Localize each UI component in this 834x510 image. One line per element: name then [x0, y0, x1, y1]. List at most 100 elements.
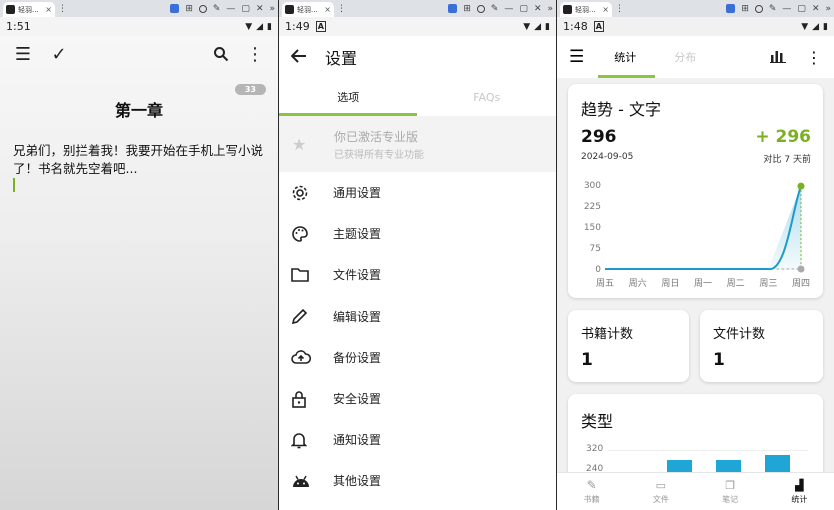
word-count-badge: 33 — [234, 84, 266, 95]
settings-item-other[interactable]: 其他设置 — [279, 460, 556, 501]
folder-icon — [291, 265, 333, 285]
gamepad-icon[interactable]: ⊞ — [463, 4, 471, 14]
book-count-value: 1 — [581, 350, 593, 370]
book-count-card[interactable]: 书籍计数 1 — [568, 310, 689, 382]
close-window-icon[interactable]: ✕ — [534, 4, 542, 14]
settings-item-edit[interactable]: 编辑设置 — [279, 296, 556, 337]
minimize-icon[interactable]: — — [504, 4, 513, 14]
gear-icon — [291, 183, 333, 203]
statistics-body: ☰ 统计 分布 ⋮ 趋势 - 文字 296 2024-09-05 + 296 对… — [557, 36, 834, 510]
close-window-icon[interactable]: ✕ — [812, 4, 820, 14]
minimize-icon[interactable]: — — [226, 4, 235, 14]
settings-item-label: 主题设置 — [333, 227, 382, 242]
book-edit-icon: ✎ — [586, 478, 597, 492]
app-favicon-icon — [285, 5, 294, 14]
pro-status-banner[interactable]: ★ 你已激活专业版 已获得所有专业功能 — [279, 116, 556, 172]
file-count-value: 1 — [713, 350, 725, 370]
tab-options[interactable]: 选项 — [279, 78, 418, 116]
trend-chart: 0 75 150 225 300 周五 周六 周日 周一 周二 周三 周四 — [584, 181, 810, 289]
nav-notes[interactable]: ❐ 笔记 — [696, 473, 765, 510]
settings-window: 轻羽... × ⋮ ⊞ ✎ — ▢ ✕ » 1:49 A ▼ ◢ ▮ 设置 选项 F… — [279, 0, 556, 510]
browser-tab-title: 轻羽... — [575, 5, 596, 14]
profile-icon[interactable] — [476, 4, 485, 13]
settings-body: 设置 选项 FAQs ★ 你已激活专业版 已获得所有专业功能 通用设置 主题设置… — [279, 36, 556, 510]
browser-menu-icon[interactable]: ⋮ — [615, 4, 624, 14]
more-icon[interactable]: » — [825, 4, 831, 14]
settings-item-backup[interactable]: 备份设置 — [279, 337, 556, 378]
nav-statistics[interactable]: ▟ 统计 — [765, 473, 834, 510]
close-window-icon[interactable]: ✕ — [256, 4, 264, 14]
settings-item-label: 其他设置 — [333, 474, 382, 489]
nav-books[interactable]: ✎ 书籍 — [557, 473, 626, 510]
settings-item-general[interactable]: 通用设置 — [279, 172, 556, 213]
maximize-icon[interactable]: ▢ — [797, 4, 806, 14]
edit-icon[interactable]: ✎ — [769, 4, 777, 14]
settings-item-security[interactable]: 安全设置 — [279, 378, 556, 419]
edit-icon[interactable]: ✎ — [213, 4, 221, 14]
maximize-icon[interactable]: ▢ — [519, 4, 528, 14]
notification-a-icon: A — [593, 21, 604, 32]
book-count-label: 书籍计数 — [581, 327, 634, 342]
browser-tab[interactable]: 轻羽... × — [560, 2, 612, 17]
tab-faqs[interactable]: FAQs — [418, 78, 557, 116]
app-favicon-icon — [563, 5, 572, 14]
nav-files[interactable]: ▭ 文件 — [626, 473, 695, 510]
minimize-icon[interactable]: — — [782, 4, 791, 14]
edit-icon[interactable]: ✎ — [491, 4, 499, 14]
status-bar: 1:49 A ▼ ◢ ▮ — [279, 17, 556, 36]
pro-subtitle: 已获得所有专业功能 — [334, 149, 424, 161]
tab-distribution[interactable]: 分布 — [674, 49, 696, 65]
search-icon[interactable] — [208, 41, 234, 67]
gamepad-icon[interactable]: ⊞ — [741, 4, 749, 14]
browser-tab-title: 轻羽... — [18, 5, 39, 14]
x-tick-label: 周五 — [596, 278, 614, 289]
settings-item-notification[interactable]: 通知设置 — [279, 419, 556, 460]
menu-icon[interactable]: ☰ — [569, 47, 584, 67]
status-bar: 1:48 A ▼ ◢ ▮ — [557, 17, 834, 36]
check-icon[interactable]: ✓ — [46, 41, 72, 67]
gamepad-icon[interactable]: ⊞ — [185, 4, 193, 14]
analytics-icon: ▟ — [795, 478, 804, 492]
browser-tab[interactable]: 轻羽... × — [3, 2, 55, 17]
more-icon[interactable]: » — [547, 4, 553, 14]
pencil-icon — [291, 306, 333, 326]
more-icon[interactable]: » — [269, 4, 275, 14]
extension-icon[interactable] — [448, 4, 458, 13]
more-vert-icon[interactable]: ⋮ — [242, 41, 268, 67]
extension-icon[interactable] — [170, 4, 180, 13]
status-time: 1:49 — [285, 20, 310, 33]
browser-tab[interactable]: 轻羽... × — [282, 2, 334, 17]
back-arrow-icon[interactable] — [290, 48, 307, 67]
browser-menu-icon[interactable]: ⋮ — [337, 4, 346, 14]
tab-close-icon[interactable]: × — [602, 5, 609, 14]
nav-label: 文件 — [652, 494, 669, 504]
menu-icon[interactable]: ☰ — [10, 41, 36, 67]
browser-menu-icon[interactable]: ⋮ — [58, 4, 67, 14]
type-title: 类型 — [581, 412, 614, 431]
chapter-text[interactable]: 兄弟们，别拦着我！我要开始在手机上写小说了！书名就先空着吧... — [13, 142, 266, 178]
tab-indicator — [598, 75, 655, 78]
y-tick-label: 75 — [590, 244, 601, 254]
x-tick-label: 周日 — [661, 278, 679, 289]
x-tick-label: 周三 — [759, 278, 777, 289]
more-vert-icon[interactable]: ⋮ — [806, 48, 822, 67]
extension-icon[interactable] — [726, 4, 736, 13]
x-tick-label: 周四 — [792, 278, 810, 289]
tab-statistics[interactable]: 统计 — [614, 49, 636, 65]
tab-indicator — [279, 113, 417, 116]
browser-titlebar: 轻羽... × ⋮ ⊞ ✎ — ▢ ✕ » — [557, 0, 834, 17]
profile-icon[interactable] — [754, 4, 763, 13]
tab-close-icon[interactable]: × — [324, 5, 331, 14]
maximize-icon[interactable]: ▢ — [241, 4, 250, 14]
profile-icon[interactable] — [198, 4, 207, 13]
tab-close-icon[interactable]: × — [45, 5, 52, 14]
chapter-title[interactable]: 第一章 — [0, 97, 278, 121]
settings-item-theme[interactable]: 主题设置 — [279, 213, 556, 254]
folder-open-icon: ▭ — [655, 478, 667, 492]
battery-icon: ▮ — [823, 21, 828, 32]
bar-chart-icon[interactable] — [770, 48, 786, 67]
star-icon: ★ — [292, 134, 307, 154]
file-count-card[interactable]: 文件计数 1 — [700, 310, 823, 382]
settings-item-file[interactable]: 文件设置 — [279, 254, 556, 295]
x-tick-label: 周二 — [727, 278, 745, 289]
